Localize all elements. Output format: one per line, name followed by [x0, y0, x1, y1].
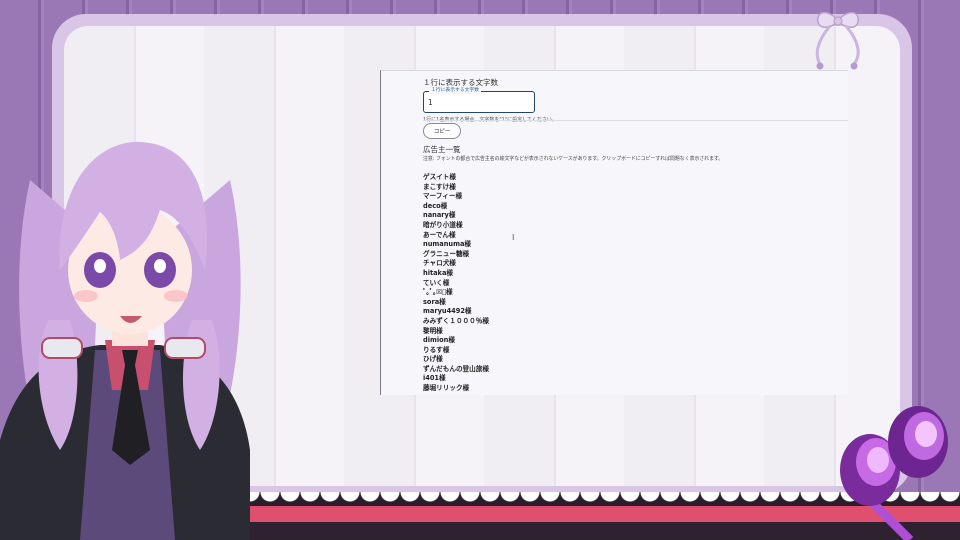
sponsor-item: みみずく１０００％様: [423, 316, 489, 325]
sponsor-item: りるす様: [423, 345, 450, 354]
sponsor-item: グラニュー糖様: [423, 249, 470, 258]
sponsor-item: ゲスイト様: [423, 173, 456, 181]
sponsor-item: i401様: [423, 374, 446, 383]
ribbon-icon: [815, 11, 860, 70]
sponsor-list: ゲスイト様 まこすけ様 マーフィー様 deco様 nanary様 暗がり小道様 あーでん様 n…: [423, 173, 489, 394]
sponsor-item: sora様: [423, 297, 446, 306]
text-cursor-icon: Ι: [512, 233, 515, 242]
sponsor-item: 黎明様: [423, 326, 443, 335]
browser-content-panel: １行に表示する文字数 １行に表示する文字数 1行に1名表示する場合、文字数を"1…: [380, 70, 848, 395]
chars-per-line-label: １行に表示する文字数: [423, 78, 498, 87]
sponsor-item: 藤堀リリック様: [423, 384, 470, 393]
sponsor-item: dimion様: [423, 336, 455, 345]
sponsor-item: nanary様: [423, 211, 456, 220]
copy-button[interactable]: コピー: [423, 123, 461, 139]
sponsor-item: hitaka様: [423, 268, 453, 277]
sponsor-item: deco様: [423, 201, 448, 210]
chars-per-line-legend: １行に表示する文字数: [429, 87, 481, 94]
chars-per-line-input[interactable]: [428, 96, 528, 108]
speaker-icon: [840, 406, 948, 540]
sponsor-item: まこすけ様: [423, 182, 456, 191]
sponsor-item: マーフィー様: [423, 192, 463, 201]
sponsor-item: ていく様: [423, 278, 450, 287]
sponsor-item: ﾟ｡ﾟ｡☒ﾟ様: [423, 288, 453, 297]
settings-section: １行に表示する文字数 １行に表示する文字数 1行に1名表示する場合、文字数を"1…: [423, 75, 843, 123]
sponsor-item: 暗がり小道様: [423, 220, 463, 229]
sponsor-item: ひげ様: [423, 355, 443, 364]
sponsor-item: あーでん様: [423, 230, 456, 239]
sponsor-list-title: 広告主一覧: [423, 145, 461, 154]
section-divider: [423, 120, 848, 121]
sponsor-item: numanuma様: [423, 240, 472, 249]
chars-per-line-field: １行に表示する文字数: [423, 87, 535, 113]
sponsor-item: maryu4492様: [423, 307, 472, 316]
sponsor-font-note: 注意: フォントの都合で広告主名の絵文字などが表示されないケースがあります。クリ…: [423, 156, 724, 162]
sponsor-item: チャロ犬様: [423, 259, 456, 268]
character-illustration: [0, 141, 250, 540]
